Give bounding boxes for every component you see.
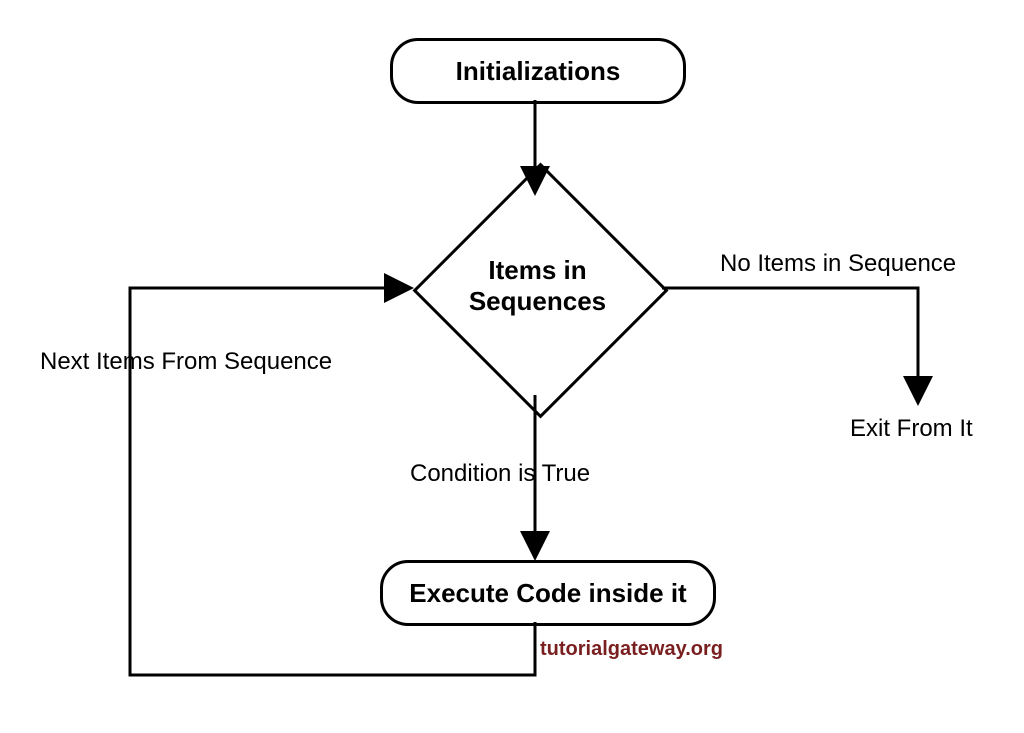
- decision-node: [413, 163, 669, 419]
- process-node: Execute Code inside it: [380, 560, 716, 626]
- start-node: Initializations: [390, 38, 686, 104]
- process-label: Execute Code inside it: [409, 578, 686, 609]
- watermark-text: tutorialgateway.org: [540, 638, 723, 661]
- edge-exit-label: Exit From It: [850, 415, 973, 443]
- start-label: Initializations: [456, 56, 621, 87]
- edge-loop-label: Next Items From Sequence: [40, 348, 332, 376]
- edge-right-label: No Items in Sequence: [720, 250, 956, 278]
- flowchart-canvas: Initializations Items in Sequences Execu…: [0, 0, 1024, 733]
- edge-down-label: Condition is True: [410, 460, 590, 488]
